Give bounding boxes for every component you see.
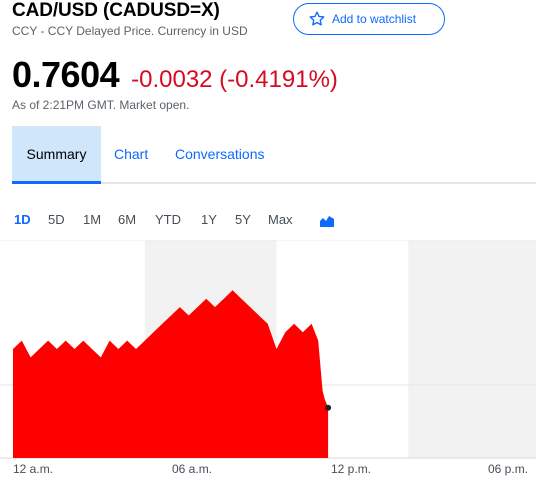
x-tick-label: 12 p.m.	[331, 462, 372, 476]
tab-conversations[interactable]: Conversations	[175, 126, 265, 182]
range-max[interactable]: Max	[268, 212, 293, 227]
quote-subtitle: CCY - CCY Delayed Price. Currency in USD	[12, 24, 248, 38]
range-5d[interactable]: 5D	[48, 212, 65, 227]
range-5y[interactable]: 5Y	[235, 212, 251, 227]
last-price-marker	[325, 404, 332, 411]
range-1y[interactable]: 1Y	[201, 212, 217, 227]
quote-timestamp: As of 2:21PM GMT. Market open.	[12, 98, 190, 112]
tab-summary[interactable]: Summary	[12, 126, 101, 184]
area-chart-icon[interactable]	[320, 214, 334, 227]
add-to-watchlist-label: Add to watchlist	[332, 12, 417, 26]
range-6m[interactable]: 6M	[118, 212, 136, 227]
x-tick-label: 06 p.m.	[488, 462, 529, 476]
range-ytd[interactable]: YTD	[155, 212, 181, 227]
star-outline-icon	[308, 10, 326, 28]
range-1d[interactable]: 1D	[14, 212, 31, 227]
x-tick-label: 12 a.m.	[13, 462, 54, 476]
price-change: -0.0032 (-0.4191%)	[131, 66, 338, 93]
x-tick-label: 06 a.m.	[172, 462, 213, 476]
current-price: 0.7604	[12, 54, 120, 95]
page-title: CAD/USD (CADUSD=X)	[12, 0, 220, 21]
add-to-watchlist-button[interactable]: Add to watchlist	[293, 3, 445, 35]
session-band	[408, 240, 536, 458]
range-1m[interactable]: 1M	[83, 212, 101, 227]
quote-tabs: Summary Chart Conversations	[12, 126, 536, 184]
price-chart	[0, 240, 536, 459]
tab-chart[interactable]: Chart	[114, 126, 148, 182]
price-row: 0.7604 -0.0032 (-0.4191%)	[12, 54, 338, 96]
